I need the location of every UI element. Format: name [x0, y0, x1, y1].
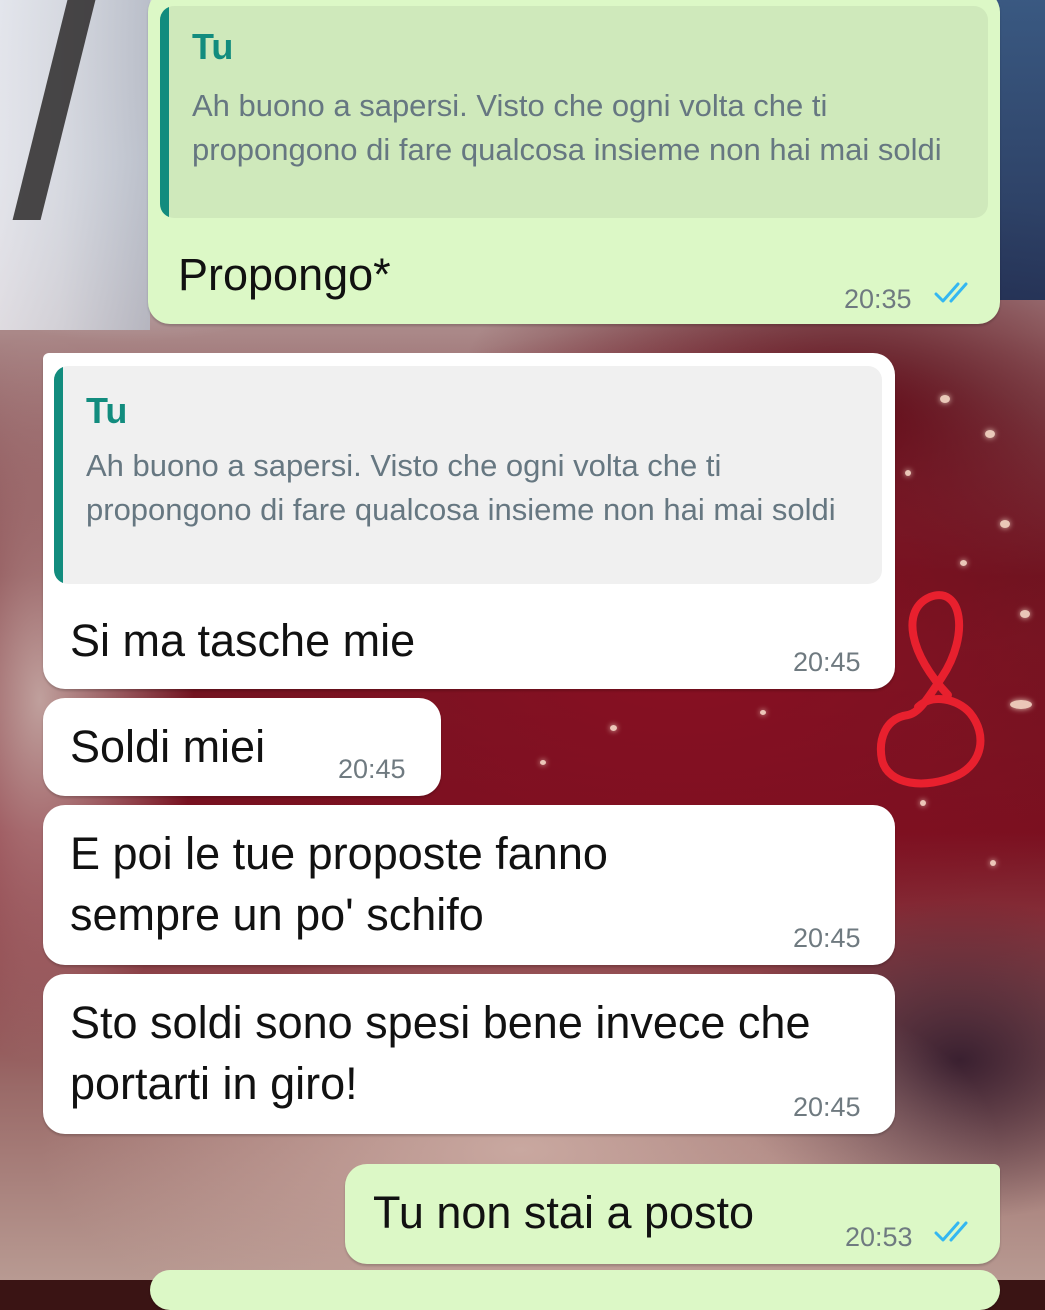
message-time: 20:53 — [845, 1222, 913, 1252]
message-time: 20:45 — [793, 647, 861, 677]
quoted-text: Ah buono a sapersi. Visto che ogni volta… — [86, 448, 836, 527]
quoted-author: Tu — [86, 390, 128, 431]
message-bubble-outgoing[interactable]: Tu Ah buono a sapersi. Visto che ogni vo… — [148, 0, 1000, 324]
message-text: Si ma tasche mie — [70, 615, 416, 666]
message-bubble-incoming[interactable]: Sto soldi sono spesi bene invece che por… — [43, 974, 895, 1134]
message-text: Tu non stai a posto — [373, 1187, 755, 1238]
quote-accent-bar — [160, 6, 169, 218]
message-time: 20:45 — [793, 1092, 861, 1122]
message-bubble-incoming[interactable]: Tu Ah buono a sapersi. Visto che ogni vo… — [43, 353, 895, 689]
red-scribble-annotation — [877, 591, 985, 788]
double-check-icon — [934, 282, 968, 303]
message-bubble-outgoing[interactable]: Tu non stai a posto 20:53 — [345, 1164, 1000, 1264]
quote-accent-bar — [54, 366, 63, 584]
quoted-author: Tu — [192, 26, 234, 67]
message-text: Sto soldi sono spesi bene invece che por… — [70, 997, 811, 1109]
message-text: Soldi miei — [70, 721, 266, 772]
double-check-icon — [934, 1221, 968, 1242]
message-text: E poi le tue proposte fanno sempre un po… — [70, 828, 608, 940]
message-time: 20:35 — [844, 284, 912, 314]
message-bubble-partial[interactable] — [150, 1270, 1000, 1310]
message-text: Propongo* — [178, 249, 391, 300]
quoted-text: Ah buono a sapersi. Visto che ogni volta… — [192, 88, 942, 167]
quoted-message[interactable]: Tu Ah buono a sapersi. Visto che ogni vo… — [160, 6, 988, 218]
message-bubble-incoming[interactable]: Soldi miei 20:45 — [43, 698, 441, 796]
message-bubble-incoming[interactable]: E poi le tue proposte fanno sempre un po… — [43, 805, 895, 965]
message-time: 20:45 — [338, 754, 406, 784]
message-time: 20:45 — [793, 923, 861, 953]
quoted-message[interactable]: Tu Ah buono a sapersi. Visto che ogni vo… — [54, 366, 882, 584]
